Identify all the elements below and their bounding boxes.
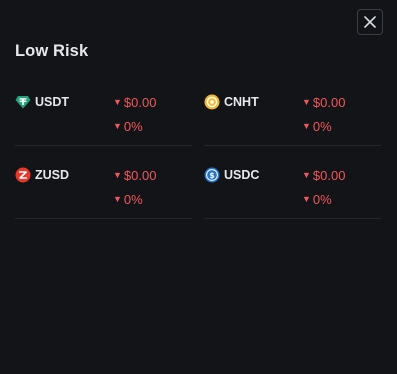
coin-price: ▼ $0.00	[113, 168, 156, 183]
cnht-coin-icon	[204, 94, 220, 110]
coin-name: USDT	[35, 95, 70, 109]
svg-text:$: $	[209, 171, 214, 180]
coin-card-usdt[interactable]: USDT ▼ $0.00 ▼ 0%	[15, 94, 192, 146]
coin-label: $ USDC	[204, 167, 259, 183]
down-arrow-icon: ▼	[302, 121, 311, 131]
coin-name: ZUSD	[35, 168, 70, 182]
down-arrow-icon: ▼	[302, 194, 311, 204]
coin-label: USDT	[15, 94, 69, 110]
coin-name: USDC	[224, 168, 260, 182]
coin-change: ▼ 0%	[113, 192, 143, 207]
tether-icon	[15, 96, 31, 109]
price-value: $0.00	[312, 95, 346, 110]
close-button[interactable]	[357, 9, 383, 35]
coin-change: ▼ 0%	[113, 119, 143, 134]
usdc-coin-icon: $	[204, 167, 220, 183]
change-value: 0%	[123, 192, 143, 207]
zusd-coin-icon	[15, 167, 31, 183]
down-arrow-icon: ▼	[113, 170, 122, 180]
coin-label: ZUSD	[15, 167, 69, 183]
change-value: 0%	[312, 192, 332, 207]
down-arrow-icon: ▼	[302, 97, 311, 107]
change-value: 0%	[123, 119, 143, 134]
price-value: $0.00	[312, 168, 346, 183]
down-arrow-icon: ▼	[113, 194, 122, 204]
coin-card-cnht[interactable]: CNHT ▼ $0.00 ▼ 0%	[204, 94, 381, 146]
coin-label: CNHT	[204, 94, 259, 110]
down-arrow-icon: ▼	[302, 170, 311, 180]
coin-price: ▼ $0.00	[302, 95, 345, 110]
coin-price: ▼ $0.00	[302, 168, 345, 183]
down-arrow-icon: ▼	[113, 121, 122, 131]
down-arrow-icon: ▼	[113, 97, 122, 107]
coin-change: ▼ 0%	[302, 119, 332, 134]
panel-title: Low Risk	[15, 42, 89, 60]
price-value: $0.00	[123, 95, 157, 110]
coin-card-zusd[interactable]: ZUSD ▼ $0.00 ▼ 0%	[15, 167, 192, 219]
change-value: 0%	[312, 119, 332, 134]
price-value: $0.00	[123, 168, 157, 183]
close-icon	[364, 16, 376, 28]
low-risk-panel: Low Risk USDT ▼ $0.00 ▼ 0% CNHT ▼ $0.00 …	[0, 0, 397, 374]
coin-card-usdc[interactable]: $ USDC ▼ $0.00 ▼ 0%	[204, 167, 381, 219]
coin-change: ▼ 0%	[302, 192, 332, 207]
coin-name: CNHT	[224, 95, 259, 109]
coin-price: ▼ $0.00	[113, 95, 156, 110]
